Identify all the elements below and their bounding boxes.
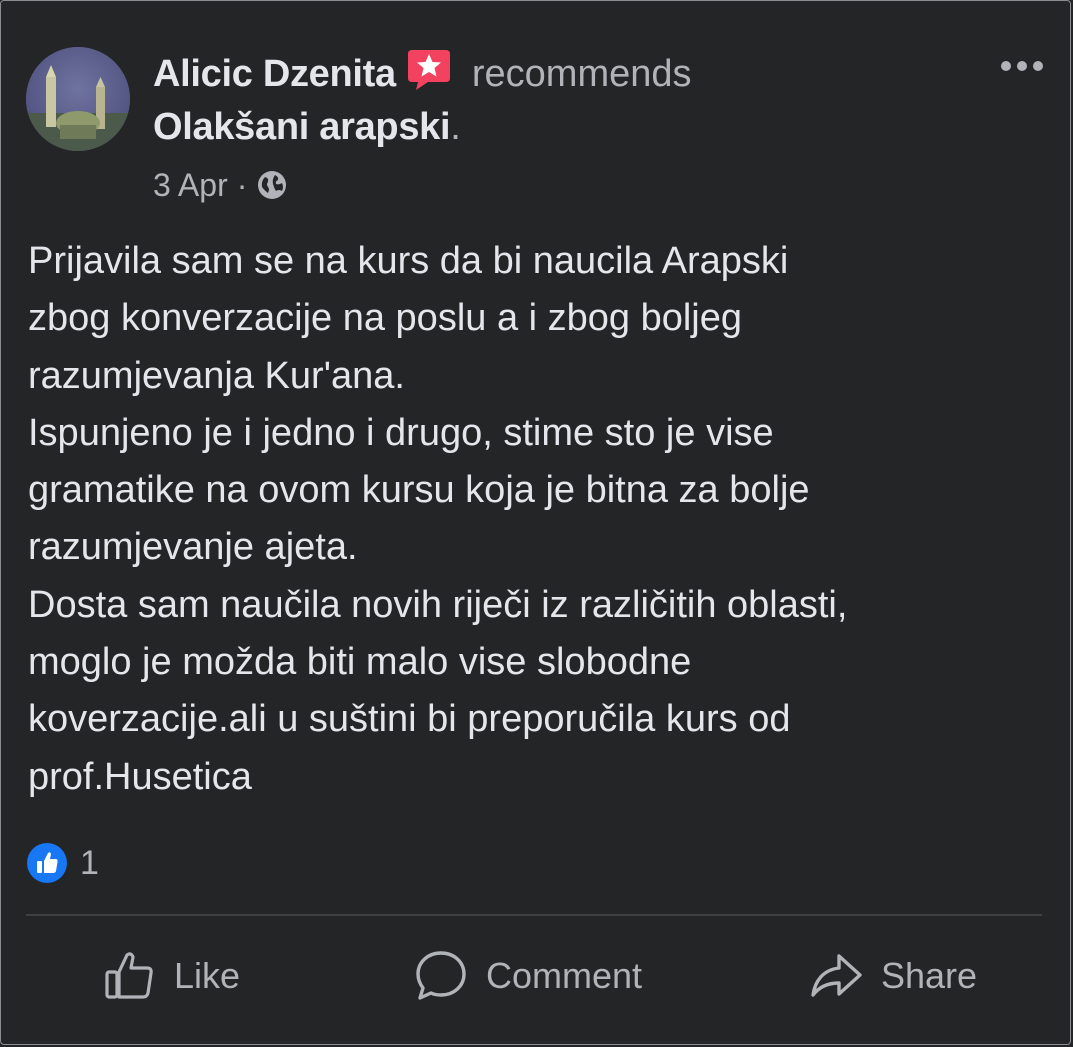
comment-label: Comment [486, 955, 643, 996]
post-body-line: Dosta sam naučila novih riječi iz različ… [28, 583, 848, 626]
meta-separator: · [236, 166, 248, 203]
share-arrow-icon [809, 949, 863, 1003]
post-body-line: koverzacije.ali u suštini bi preporučila… [28, 698, 791, 741]
recommend-star-icon [406, 48, 452, 92]
post-body-line: gramatike na ovom kursu koja je bitna za… [28, 469, 810, 512]
post-body-line: zbog konverzacije na poslu a i zbog bolj… [28, 297, 743, 340]
reaction-count: 1 [80, 843, 99, 882]
post-body-line: Prijavila sam se na kurs da bi naucila A… [28, 240, 789, 282]
reactions-summary[interactable]: 1 [26, 842, 99, 884]
action-text: recommends [471, 52, 692, 95]
page-suffix: . [450, 105, 461, 148]
comment-button[interactable]: Comment [414, 946, 642, 1006]
like-label: Like [174, 955, 241, 996]
post-card: Alicic Dzenita recommends Olakšani araps… [0, 0, 1071, 1045]
post-body-line: moglo je možda biti malo vise slobodne [28, 641, 692, 684]
post-body-line: razumjevanja Kur'ana. [28, 354, 405, 397]
author-name[interactable]: Alicic Dzenita [153, 53, 396, 96]
post-meta: 3 Apr · [153, 164, 288, 206]
recommended-page: Olakšani arapski . [153, 104, 461, 150]
avatar-image [26, 47, 130, 151]
like-button[interactable]: Like [104, 946, 240, 1006]
post-body-line: prof.Husetica [28, 755, 252, 798]
post-body-line: Ispunjeno je i jedno i drugo, stime sto … [28, 411, 774, 454]
thumbs-up-icon [104, 950, 156, 1002]
post-body: Prijavila sam se na kurs da bi naucila A… [28, 233, 1038, 806]
divider [26, 914, 1042, 916]
like-reaction-icon [26, 842, 68, 884]
share-button[interactable]: Share [809, 946, 977, 1006]
post-header: Alicic Dzenita recommends [153, 49, 692, 99]
globe-icon [256, 169, 288, 201]
comment-bubble-icon [414, 949, 468, 1003]
post-date[interactable]: 3 Apr [153, 167, 228, 204]
post-body-line: razumjevanje ajeta. [28, 526, 358, 569]
avatar[interactable] [26, 47, 130, 151]
more-options-icon[interactable] [997, 51, 1047, 81]
share-label: Share [881, 955, 978, 996]
page-name-link[interactable]: Olakšani arapski [153, 106, 451, 149]
